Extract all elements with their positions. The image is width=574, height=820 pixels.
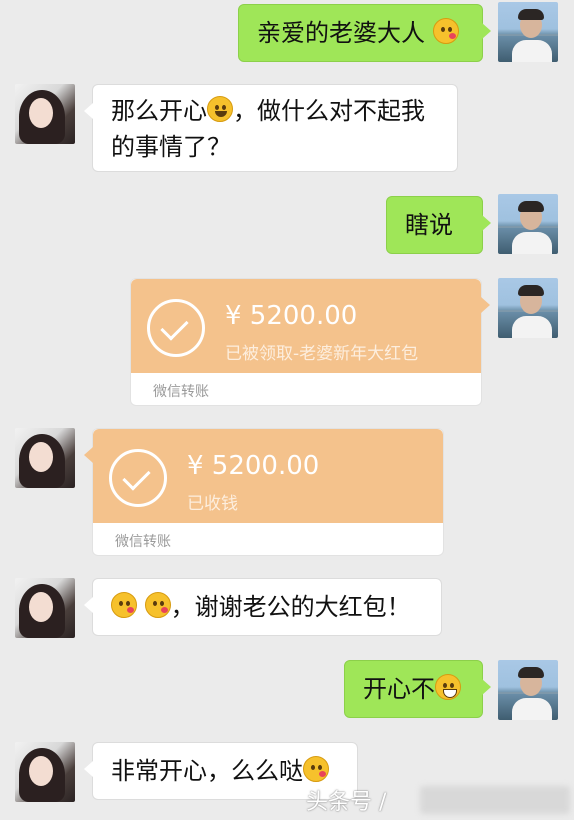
avatar-me[interactable] xyxy=(498,194,558,254)
message-bubble[interactable]: 亲爱的老婆大人 xyxy=(238,4,491,62)
grin-emoji-icon xyxy=(435,674,461,700)
blurred-watermark-name xyxy=(420,786,570,814)
avatar-me[interactable] xyxy=(498,2,558,62)
message-line-2: 的事情了？ xyxy=(111,133,231,161)
avatar-me[interactable] xyxy=(498,660,558,720)
avatar-wife[interactable] xyxy=(15,84,75,144)
wechat-transfer-card-received[interactable]: ¥ 5200.00 已收钱 微信转账 xyxy=(84,428,444,556)
transfer-status: 已收钱 xyxy=(187,494,238,514)
avatar-wife[interactable] xyxy=(15,428,75,488)
avatar-me[interactable] xyxy=(498,278,558,338)
message-text: 亲爱的老婆大人 xyxy=(257,19,425,47)
avatar-wife[interactable] xyxy=(15,578,75,638)
kiss-emoji-icon xyxy=(144,592,171,618)
message-text: ，谢谢老公的大红包！ xyxy=(170,593,411,621)
message-text: 瞎说 xyxy=(405,211,453,239)
message-text: 开心不 xyxy=(363,675,435,703)
message-text: 非常开心，么么哒 xyxy=(111,757,303,785)
transfer-footer: 微信转账 xyxy=(153,384,209,400)
watermark-text: 头条号 / xyxy=(306,790,387,815)
message-text: 那么开心 xyxy=(111,97,207,125)
smile-emoji-icon xyxy=(207,96,233,122)
message-bubble[interactable]: 瞎说 xyxy=(386,196,491,254)
transfer-amount: ¥ 5200.00 xyxy=(225,301,358,331)
message-bubble[interactable]: ，谢谢老公的大红包！ xyxy=(84,578,442,636)
check-circle-icon xyxy=(147,299,205,357)
kiss-emoji-icon xyxy=(111,592,137,618)
avatar-wife[interactable] xyxy=(15,742,75,802)
transfer-status: 已被领取-老婆新年大红包 xyxy=(225,344,419,364)
message-text: ，做什么对不起我 xyxy=(233,97,425,125)
check-circle-icon xyxy=(109,449,167,507)
message-bubble[interactable]: 开心不 xyxy=(344,660,491,718)
kiss-emoji-icon xyxy=(432,18,459,44)
transfer-amount: ¥ 5200.00 xyxy=(187,451,320,481)
message-bubble[interactable]: 那么开心 ，做什么对不起我 的事情了？ xyxy=(84,84,458,172)
kiss-emoji-icon xyxy=(303,756,329,782)
message-line-1: 那么开心 ，做什么对不起我 xyxy=(111,93,439,129)
transfer-footer: 微信转账 xyxy=(115,534,171,550)
wechat-transfer-card-sent[interactable]: ¥ 5200.00 已被领取-老婆新年大红包 微信转账 xyxy=(130,278,490,406)
